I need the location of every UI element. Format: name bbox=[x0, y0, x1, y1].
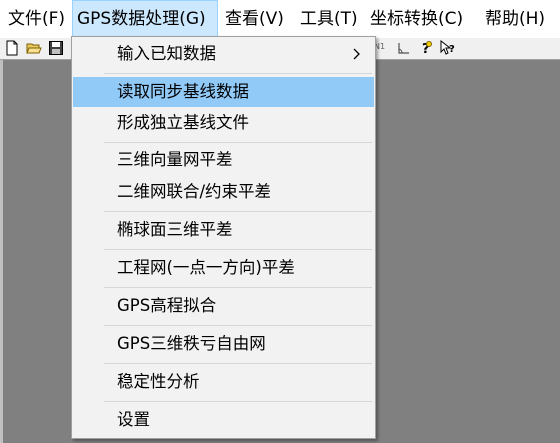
menu-item-2d-joint-constrained-adjustment[interactable]: 二维网联合/约束平差 bbox=[73, 177, 374, 207]
menu-item-label: 工程网(一点一方向)平差 bbox=[117, 258, 295, 277]
menu-item-label: 椭球面三维平差 bbox=[117, 220, 233, 239]
menu-help[interactable]: 帮助(H) bbox=[481, 0, 549, 38]
help-icon[interactable]: ? bbox=[418, 40, 434, 57]
menu-item-gps-height-fitting[interactable]: GPS高程拟合 bbox=[73, 291, 374, 321]
menu-item-label: 三维向量网平差 bbox=[117, 150, 233, 169]
menu-item-label: 输入已知数据 bbox=[117, 44, 216, 63]
menu-item-label: 读取同步基线数据 bbox=[117, 82, 249, 101]
menu-item-label: 形成独立基线文件 bbox=[117, 113, 249, 132]
menu-separator bbox=[104, 73, 372, 74]
context-help-icon[interactable]: ? bbox=[440, 39, 456, 56]
menu-coordinate-transform[interactable]: 坐标转换(C) bbox=[366, 0, 467, 38]
menu-separator bbox=[104, 287, 372, 288]
menu-gps-data-processing[interactable]: GPS数据处理(G) bbox=[72, 0, 218, 38]
menu-file[interactable]: 文件(F) bbox=[4, 0, 69, 38]
menu-separator bbox=[104, 401, 372, 402]
menu-tools[interactable]: 工具(T) bbox=[296, 0, 362, 38]
menu-item-ellipsoid-3d-adjustment[interactable]: 椭球面三维平差 bbox=[73, 215, 374, 245]
new-file-icon[interactable] bbox=[4, 40, 20, 56]
menu-separator bbox=[104, 142, 372, 143]
menu-separator bbox=[104, 363, 372, 364]
menu-item-label: 设置 bbox=[117, 410, 150, 429]
menu-item-read-sync-baseline[interactable]: 读取同步基线数据 bbox=[73, 77, 374, 107]
menu-item-label: GPS三维秩亏自由网 bbox=[117, 334, 266, 353]
menu-item-input-known-data[interactable]: 输入已知数据 bbox=[73, 39, 374, 69]
angle-tool-icon[interactable] bbox=[396, 40, 412, 56]
save-icon[interactable] bbox=[48, 40, 64, 56]
menu-item-label: 二维网联合/约束平差 bbox=[117, 182, 272, 201]
svg-text:?: ? bbox=[449, 44, 455, 55]
menu-item-engineering-network-adjustment[interactable]: 工程网(一点一方向)平差 bbox=[73, 253, 374, 283]
menu-item-label: 稳定性分析 bbox=[117, 372, 200, 391]
menu-separator bbox=[104, 249, 372, 250]
menu-bar: 文件(F) GPS数据处理(G) 查看(V) 工具(T) 坐标转换(C) 帮助(… bbox=[0, 0, 560, 38]
n1-label[interactable]: N1 bbox=[374, 42, 388, 58]
client-edge bbox=[0, 60, 3, 443]
menu-item-settings[interactable]: 设置 bbox=[73, 405, 374, 435]
menu-item-stability-analysis[interactable]: 稳定性分析 bbox=[73, 367, 374, 397]
menu-item-3d-vector-adjustment[interactable]: 三维向量网平差 bbox=[73, 145, 374, 175]
menu-item-gps-3d-rank-deficient-free-network[interactable]: GPS三维秩亏自由网 bbox=[73, 329, 374, 359]
menu-separator bbox=[104, 325, 372, 326]
open-folder-icon[interactable] bbox=[26, 40, 42, 56]
menu-item-form-independent-baseline[interactable]: 形成独立基线文件 bbox=[73, 108, 374, 138]
menu-item-label: GPS高程拟合 bbox=[117, 296, 217, 315]
gps-menu-dropdown: 输入已知数据 读取同步基线数据 形成独立基线文件 三维向量网平差 二维网联合/约… bbox=[71, 36, 376, 439]
menu-view[interactable]: 查看(V) bbox=[221, 0, 288, 38]
menu-separator bbox=[104, 211, 372, 212]
chevron-right-icon bbox=[350, 39, 364, 69]
